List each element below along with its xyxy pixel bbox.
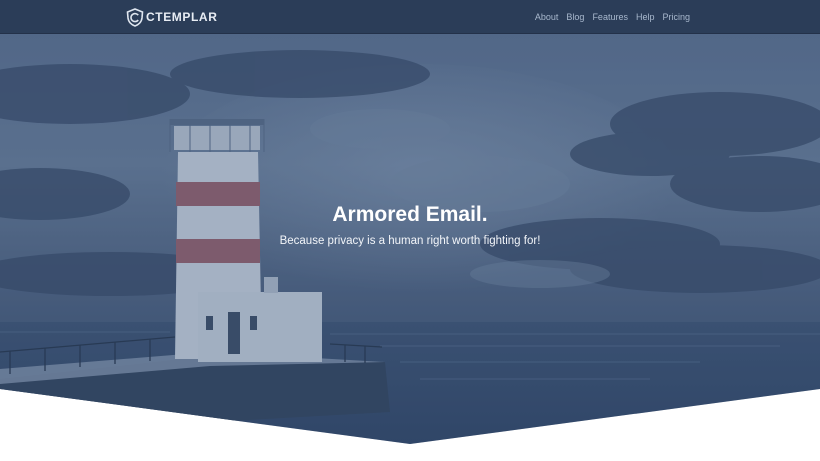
brand-logo[interactable]: CTEMPLAR <box>126 7 217 27</box>
nav-link-blog[interactable]: Blog <box>566 12 584 22</box>
nav-link-help[interactable]: Help <box>636 12 655 22</box>
main-nav: About Blog Features Help Pricing <box>535 0 690 33</box>
hero-section: Armored Email. Because privacy is a huma… <box>0 34 820 461</box>
nav-link-pricing[interactable]: Pricing <box>662 12 690 22</box>
hero-subtitle: Because privacy is a human right worth f… <box>279 235 541 247</box>
hero-title: Armored Email. <box>332 203 488 226</box>
nav-link-features[interactable]: Features <box>592 12 628 22</box>
hero-text: Armored Email. Because privacy is a huma… <box>0 201 820 249</box>
nav-link-about[interactable]: About <box>535 12 559 22</box>
brand-name: CTEMPLAR <box>146 10 218 24</box>
shield-logo-icon <box>126 7 144 27</box>
top-navbar: CTEMPLAR About Blog Features Help Pricin… <box>0 0 820 34</box>
